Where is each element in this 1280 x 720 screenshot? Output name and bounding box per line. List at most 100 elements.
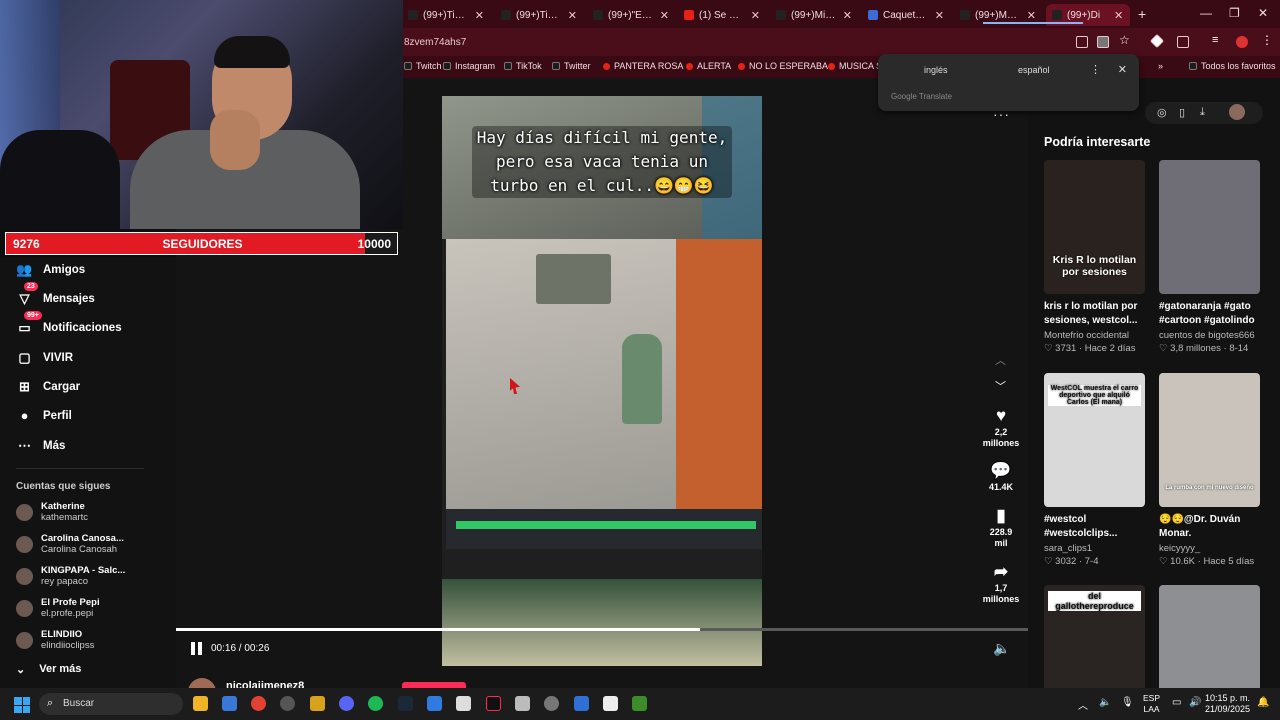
- taskbar-clock[interactable]: 10:15 p. m. 21/09/2025: [1205, 693, 1250, 715]
- close-tab-icon[interactable]: ✕: [935, 9, 944, 22]
- volume-tray-icon[interactable]: 🔊: [1189, 697, 1201, 708]
- extension-icon[interactable]: [1149, 33, 1165, 49]
- video-thumbnail[interactable]: del gallothereproduce: [1044, 585, 1145, 688]
- card-title[interactable]: 😌😌@Dr. Duván Monar.: [1159, 513, 1260, 541]
- user-avatar[interactable]: [1229, 104, 1245, 120]
- close-tab-icon[interactable]: ✕: [475, 9, 484, 22]
- store-icon[interactable]: [222, 696, 237, 711]
- suggested-video-card[interactable]: del gallothereproduce: [1044, 585, 1145, 688]
- browser-tab[interactable]: (99+)"El mi ✕: [587, 4, 675, 26]
- windows-start-icon[interactable]: [14, 697, 30, 713]
- close-tab-icon[interactable]: ✕: [1027, 9, 1036, 22]
- volume-icon[interactable]: 🔈: [993, 640, 1010, 657]
- bookmark-item[interactable]: PANTERA ROSA: [603, 61, 683, 71]
- extensions-puzzle-icon[interactable]: [1177, 36, 1189, 48]
- translate-target-tab[interactable]: español: [1018, 65, 1050, 75]
- followed-account[interactable]: ELINDIIO elindiioclipss: [16, 629, 94, 651]
- card-author[interactable]: cuentos de bigotes666: [1159, 330, 1260, 341]
- new-tab-button[interactable]: +: [1138, 6, 1146, 22]
- sidebar-item-upload[interactable]: ⊞ Cargar: [16, 378, 80, 395]
- close-tab-icon[interactable]: ✕: [843, 9, 852, 22]
- notepad-icon[interactable]: [515, 696, 530, 711]
- see-more-button[interactable]: ⌄ Ver más: [16, 663, 81, 676]
- suggested-video-card[interactable]: WestCOL muestra el carro deportivo que a…: [1044, 373, 1145, 567]
- browser-tab[interactable]: Caqueta del ✕: [862, 4, 950, 26]
- steam-icon[interactable]: [398, 696, 413, 711]
- app-icon-blue[interactable]: [427, 696, 442, 711]
- like-button[interactable]: ♥ 2,2 millones: [982, 405, 1020, 449]
- minecraft-icon[interactable]: [632, 696, 647, 711]
- video-thumbnail[interactable]: La rumba con mi nuevo diseño: [1159, 373, 1260, 507]
- spotify-icon[interactable]: [368, 696, 383, 711]
- video-thumbnail[interactable]: [1159, 160, 1260, 294]
- translate-icon[interactable]: [1097, 36, 1109, 48]
- download-icon[interactable]: ⤓: [1200, 106, 1205, 119]
- taskbar-search[interactable]: ⌕ Buscar: [39, 693, 183, 715]
- sidebar-item-more[interactable]: ⋯ Más: [16, 437, 65, 454]
- comment-button[interactable]: 💬 41.4K: [982, 460, 1020, 493]
- browser-menu-icon[interactable]: ⋮: [1261, 33, 1273, 47]
- card-title[interactable]: #westcol #westcolclips...: [1044, 513, 1145, 541]
- language-indicator[interactable]: ESP LAA: [1143, 693, 1160, 715]
- network-icon[interactable]: ▭: [1172, 697, 1181, 708]
- app-icon-white[interactable]: [603, 696, 618, 711]
- speaker-icon[interactable]: 🔈: [1099, 697, 1111, 708]
- all-bookmarks-button[interactable]: Todos los favoritos: [1189, 61, 1276, 71]
- video-progress-bar[interactable]: [176, 628, 1028, 631]
- bookmark-star-icon[interactable]: ☆: [1119, 33, 1131, 47]
- profile-avatar-icon[interactable]: [1236, 36, 1248, 48]
- close-tab-icon[interactable]: ✕: [568, 9, 577, 22]
- followed-account[interactable]: Carolina Canosa... Carolina Canosah: [16, 533, 124, 555]
- followed-account[interactable]: KINGPAPA - Salc... rey papaco: [16, 565, 125, 587]
- video-thumbnail[interactable]: WestCOL muestra el carro deportivo que a…: [1044, 373, 1145, 507]
- next-video-icon[interactable]: ﹀: [995, 378, 1006, 394]
- file-explorer-icon[interactable]: [193, 696, 208, 711]
- document-icon[interactable]: [456, 696, 471, 711]
- share-button[interactable]: ➦ 1,7 millones: [982, 561, 1020, 605]
- notification-bell-icon[interactable]: 🔔: [1257, 697, 1269, 708]
- browser-tab[interactable]: (99+)Mi cam ✕: [770, 4, 858, 26]
- close-window-icon[interactable]: ✕: [1258, 6, 1268, 20]
- creator-info[interactable]: nicolajimenez8: [188, 678, 438, 688]
- followed-account[interactable]: Katherine kathemartc: [16, 501, 88, 523]
- app-icon[interactable]: [310, 696, 325, 711]
- sidebar-item-profile[interactable]: ● Perfil: [16, 407, 72, 424]
- translate-options-icon[interactable]: ⋮: [1090, 63, 1101, 76]
- suggested-video-card[interactable]: Kris R lo motilan por sesiones kris r lo …: [1044, 160, 1145, 354]
- app-icon-b[interactable]: [574, 696, 589, 711]
- browser-tab[interactable]: (99+)TikTok ✕: [495, 4, 583, 26]
- browser-tab[interactable]: (1) Se hizo p ✕: [678, 4, 766, 26]
- suggested-video-card[interactable]: [1159, 585, 1260, 688]
- bookmark-item[interactable]: Twitter: [552, 61, 591, 71]
- maximize-icon[interactable]: ❐: [1229, 6, 1240, 20]
- sidebar-item-messages[interactable]: ▽ 23 Mensajes: [16, 282, 95, 307]
- card-author[interactable]: keicyyyy_: [1159, 543, 1260, 554]
- browser-tab[interactable]: (99+)TikTok ✕: [402, 4, 490, 26]
- suggested-video-card[interactable]: #gatonaranja #gato #cartoon #gatolindo cu…: [1159, 160, 1260, 354]
- translate-close-icon[interactable]: ✕: [1118, 63, 1127, 76]
- video-frame[interactable]: Hay días difícil mi gente, pero esa vaca…: [442, 96, 762, 666]
- save-button[interactable]: ▮ 228.9 mil: [982, 505, 1020, 549]
- bookmark-item[interactable]: TikTok: [504, 61, 542, 71]
- close-tab-icon[interactable]: ✕: [1114, 9, 1123, 22]
- url-text[interactable]: 8zvem74ahs7: [404, 37, 466, 48]
- card-author[interactable]: Montefrio occidental: [1044, 330, 1145, 341]
- previous-video-icon[interactable]: ︿: [995, 352, 1006, 368]
- tray-chevron-icon[interactable]: ︿: [1078, 697, 1088, 712]
- chrome-icon[interactable]: [251, 696, 266, 711]
- install-app-icon[interactable]: [1076, 36, 1088, 48]
- bookmarks-overflow-icon[interactable]: »: [1158, 61, 1163, 71]
- card-title[interactable]: #gatonaranja #gato #cartoon #gatolindo: [1159, 300, 1260, 328]
- card-title[interactable]: kris r lo motilan por sesiones, westcol.…: [1044, 300, 1145, 328]
- card-author[interactable]: sara_clips1: [1044, 543, 1145, 554]
- sidebar-item-notifications[interactable]: ▭ 99+ Notificaciones: [16, 311, 122, 336]
- coins-icon[interactable]: ◎: [1157, 106, 1167, 119]
- discord-icon[interactable]: [339, 696, 354, 711]
- settings-gear-icon[interactable]: [544, 696, 559, 711]
- device-icon[interactable]: ▯: [1179, 106, 1185, 119]
- followed-account[interactable]: El Profe Pepi el.profe.pepi: [16, 597, 100, 619]
- creator-avatar[interactable]: [188, 678, 216, 688]
- microphone-icon[interactable]: 🎙: [1121, 697, 1134, 708]
- minimize-icon[interactable]: —: [1200, 6, 1212, 20]
- tiktok-icon[interactable]: [486, 696, 501, 711]
